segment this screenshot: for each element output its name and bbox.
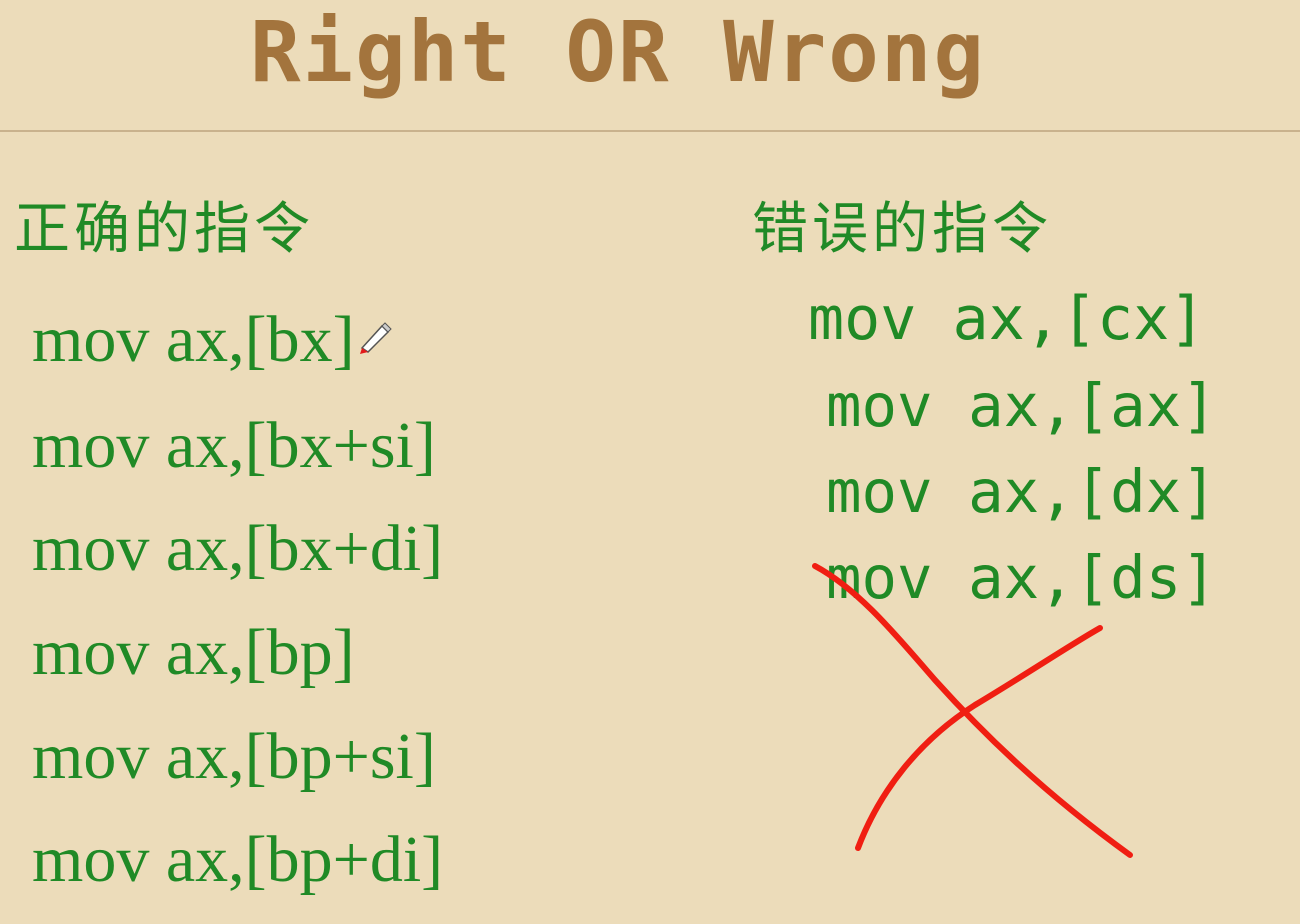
correct-instruction-4: mov ax,[bp] bbox=[32, 616, 355, 689]
wrong-instruction-4: mov ax,[ds] bbox=[826, 543, 1217, 612]
wrong-instructions-heading: 错误的指令 bbox=[752, 197, 1052, 262]
wrong-instruction-3: mov ax,[dx] bbox=[826, 457, 1217, 526]
slide-title: Right OR Wrong bbox=[249, 3, 986, 101]
correct-instruction-2: mov ax,[bx+si] bbox=[32, 409, 436, 482]
title-divider bbox=[0, 130, 1300, 132]
pen-cursor-icon bbox=[360, 322, 392, 354]
wrong-instruction-1: mov ax,[cx] bbox=[808, 284, 1206, 354]
correct-instruction-6: mov ax,[bp+di] bbox=[32, 823, 444, 896]
correct-instruction-5: mov ax,[bp+si] bbox=[32, 720, 436, 793]
correct-instruction-1: mov ax,[bx] bbox=[32, 303, 355, 376]
slide: Right OR Wrong 正确的指令 错误的指令 mov ax,[bx] m… bbox=[0, 0, 1300, 924]
correct-instructions-heading: 正确的指令 bbox=[14, 197, 314, 262]
correct-instruction-3: mov ax,[bx+di] bbox=[32, 512, 444, 585]
wrong-instruction-2: mov ax,[ax] bbox=[826, 371, 1217, 440]
